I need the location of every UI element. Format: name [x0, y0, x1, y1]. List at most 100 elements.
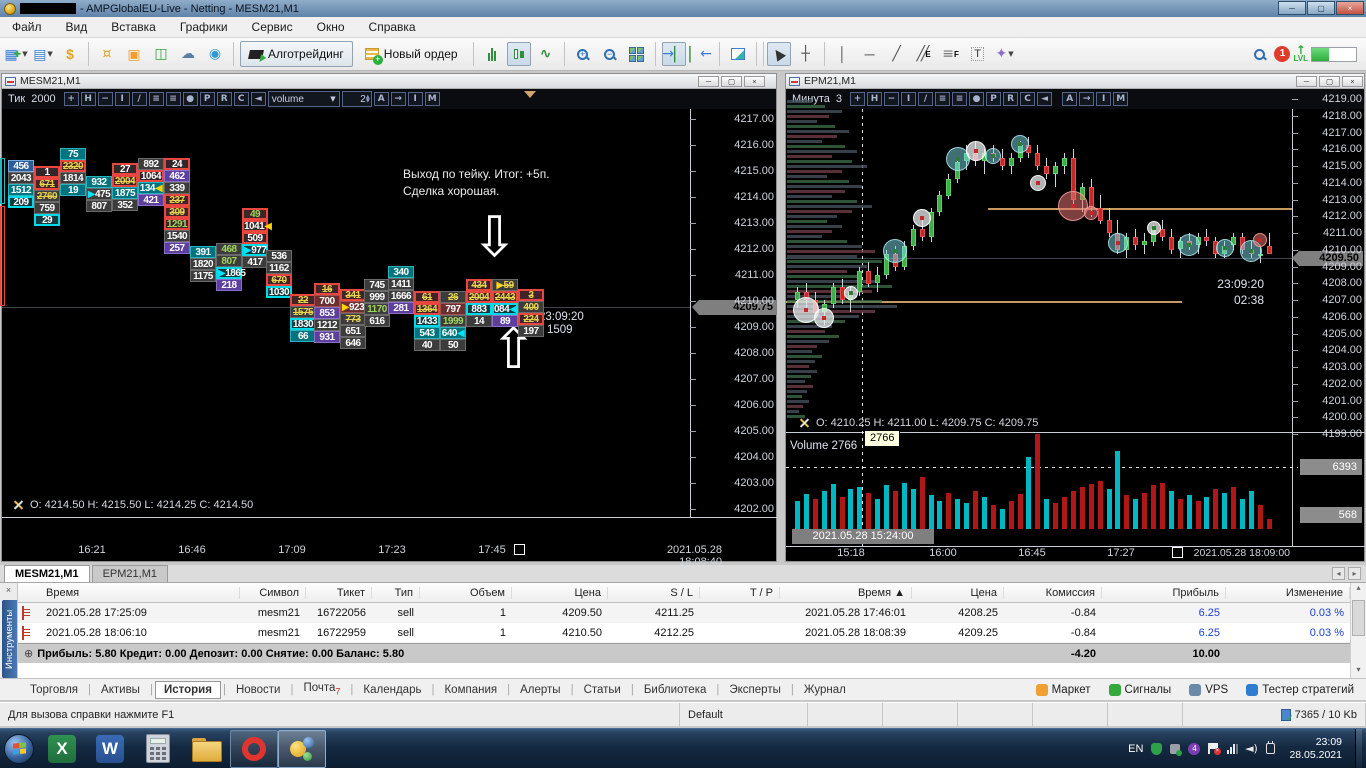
arrows-tool-icon[interactable]: ✦ ▼	[993, 42, 1017, 66]
chart-mode-button-2[interactable]: I	[407, 92, 423, 106]
chart-mode-button-1[interactable]: →	[390, 92, 406, 106]
taskbar-metatrader-icon[interactable]	[278, 729, 326, 768]
chart-tool-button-3[interactable]: I	[114, 92, 130, 106]
profiles-icon[interactable]: ▤ ▼	[31, 42, 55, 66]
search-icon[interactable]	[1247, 42, 1271, 66]
close-button[interactable]: ×	[1336, 1, 1364, 15]
chart-maximize-button[interactable]: ▢	[1319, 76, 1340, 87]
language-indicator[interactable]: EN	[1128, 743, 1143, 755]
levels-icon[interactable]: ↑ LVL	[1293, 44, 1308, 63]
usb-device-icon[interactable]	[1169, 743, 1183, 756]
chart-mode-button-3[interactable]: M	[424, 92, 440, 106]
chart-tool-button-3[interactable]: I	[901, 92, 917, 106]
taskbar-clock[interactable]: 23:09 28.05.2021	[1289, 736, 1342, 762]
start-button[interactable]	[0, 730, 38, 768]
chart-tool-button-5[interactable]: ≡	[935, 92, 951, 106]
bottom-tab-календарь[interactable]: Календарь	[355, 682, 429, 698]
chart-tool-button-0[interactable]: +	[63, 92, 79, 106]
accounts-icon[interactable]: $	[58, 42, 82, 66]
menu-item-файл[interactable]: Файл	[0, 18, 54, 36]
bottom-tab-журнал[interactable]: Журнал	[796, 682, 854, 698]
shift-left-icon[interactable]: ▏ ←	[689, 42, 713, 66]
signal-strength-icon[interactable]	[1226, 743, 1238, 755]
chart-mode-button-3[interactable]: M	[1113, 92, 1129, 106]
chart-tool-button-6[interactable]: ≡	[165, 92, 181, 106]
chart-tool-button-7[interactable]: ●	[969, 92, 985, 106]
network-error-flag-icon[interactable]: ×	[1207, 743, 1221, 755]
antivirus-shield-icon[interactable]	[1150, 742, 1162, 755]
column-header-2[interactable]: Тикет	[306, 586, 372, 599]
show-desktop-button[interactable]	[1355, 728, 1362, 768]
volume-mode-select[interactable]: volume ▼	[267, 91, 340, 107]
save-chart-icon[interactable]	[726, 42, 750, 66]
column-header-10[interactable]: Комиссия	[1004, 586, 1102, 599]
bottom-tab-история[interactable]: История	[154, 680, 221, 699]
service-button-маркет[interactable]: Маркет	[1035, 683, 1091, 696]
column-header-3[interactable]: Тип	[372, 586, 420, 599]
chart-tool-button-4[interactable]: /	[131, 92, 147, 106]
bottom-tab-новости[interactable]: Новости	[228, 682, 289, 698]
service-button-тестер стратегий[interactable]: Тестер стратегий	[1246, 683, 1354, 696]
menu-item-графики[interactable]: Графики	[168, 18, 240, 36]
vps-icon[interactable]: ☁	[176, 42, 200, 66]
chart-tool-button-4[interactable]: /	[918, 92, 934, 106]
toolbox-tab-EPM21,M1[interactable]: EPM21,M1	[91, 565, 168, 582]
bottom-tab-компания[interactable]: Компания	[436, 682, 505, 698]
chart-tool-button-11[interactable]: ◄	[250, 92, 266, 106]
taskbar-calculator-icon[interactable]	[134, 730, 182, 768]
taskbar-opera-icon[interactable]	[230, 729, 278, 768]
column-header-4[interactable]: Объем	[420, 586, 512, 599]
chart-tool-button-10[interactable]: C	[1020, 92, 1036, 106]
notification-badge[interactable]: 1	[1274, 46, 1291, 62]
column-header-1[interactable]: Символ	[240, 586, 306, 599]
bars-chart-icon[interactable]	[480, 42, 504, 66]
bottom-tab-почта[interactable]: Почта7	[295, 680, 348, 698]
chart-minimize-button[interactable]: ─	[1296, 76, 1317, 87]
menu-item-сервис[interactable]: Сервис	[240, 18, 305, 36]
tabs-scroll-right[interactable]: ▸	[1348, 567, 1361, 580]
crosshair-icon[interactable]: ┼	[794, 42, 818, 66]
chart-mode-button-1[interactable]: →	[1079, 92, 1095, 106]
cluster-scale-stepper[interactable]: 2 ▲ ▼	[341, 91, 372, 107]
power-plug-icon[interactable]	[1264, 741, 1276, 755]
chart-tool-button-5[interactable]: ≡	[148, 92, 164, 106]
candles-chart-icon[interactable]	[506, 42, 531, 66]
chart-mode-button-2[interactable]: I	[1096, 92, 1112, 106]
equidistant-channel-icon[interactable]: ╱╱ E	[912, 42, 936, 66]
column-header-11[interactable]: Прибыль	[1102, 586, 1226, 599]
column-header-6[interactable]: S / L	[608, 586, 700, 599]
bottom-tab-активы[interactable]: Активы	[93, 682, 148, 698]
menu-item-вставка[interactable]: Вставка	[99, 18, 168, 36]
signals-icon[interactable]: ◫	[149, 42, 173, 66]
toolbox-close-icon[interactable]: ×	[0, 583, 17, 595]
scroll-up-icon[interactable]: ▴	[1352, 583, 1365, 596]
chart-tool-button-8[interactable]: P	[199, 92, 215, 106]
bottom-tab-торговля[interactable]: Торговля	[22, 682, 86, 698]
column-header-7[interactable]: T / P	[700, 586, 780, 599]
taskbar-excel-icon[interactable]: X	[38, 730, 86, 768]
zoom-out-icon[interactable]: −	[598, 42, 622, 66]
toolbox-tab-MESM21,M1[interactable]: MESM21,M1	[4, 565, 90, 582]
menu-item-вид[interactable]: Вид	[54, 18, 100, 36]
service-button-сигналы[interactable]: Сигналы	[1108, 683, 1171, 696]
taskbar-word-icon[interactable]: W	[86, 730, 134, 768]
cursor-icon[interactable]: ▲	[766, 42, 791, 66]
broadcast-icon[interactable]: ◉	[203, 42, 227, 66]
chart-tool-button-1[interactable]: H	[80, 92, 96, 106]
chart-minimize-button[interactable]: ─	[698, 76, 719, 87]
table-scrollbar[interactable]: ▴ ▾	[1350, 583, 1366, 678]
column-header-5[interactable]: Цена	[512, 586, 608, 599]
chart-tool-button-1[interactable]: H	[867, 92, 883, 106]
chart-maximize-button[interactable]: ▢	[721, 76, 742, 87]
menu-item-окно[interactable]: Окно	[305, 18, 357, 36]
column-header-0[interactable]: Время	[40, 586, 240, 599]
chart-tool-button-2[interactable]: −	[97, 92, 113, 106]
bottom-tab-алерты[interactable]: Алерты	[512, 682, 568, 698]
horizontal-line-icon[interactable]: ─	[858, 42, 882, 66]
column-header-8[interactable]: Время ▲	[780, 586, 912, 599]
volume-speaker-icon[interactable]: ◄)	[1245, 742, 1258, 755]
minimize-button[interactable]: ─	[1278, 1, 1306, 15]
chart-tool-button-7[interactable]: ●	[182, 92, 198, 106]
vertical-line-icon[interactable]: │	[831, 42, 855, 66]
app-badge-icon[interactable]: 4	[1188, 742, 1201, 755]
